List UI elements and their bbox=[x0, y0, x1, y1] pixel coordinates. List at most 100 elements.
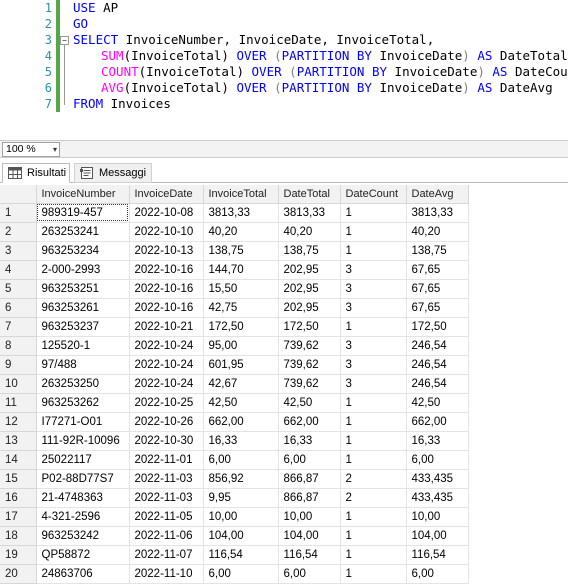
grid-cell[interactable]: 1 bbox=[340, 507, 407, 527]
grid-cell[interactable]: 1 bbox=[340, 545, 407, 565]
table-row[interactable]: 12 I77271-O01 2022-10-26 662,00 662,00 1 662,0… bbox=[0, 412, 469, 432]
grid-cell[interactable]: 856,92 bbox=[203, 469, 279, 489]
grid-cell[interactable]: 662,00 bbox=[203, 412, 279, 432]
table-row[interactable]: 7 963253237 2022-10-21 172,50 172,50 1 172,50 bbox=[0, 317, 469, 337]
grid-cell[interactable]: 42,67 bbox=[203, 374, 279, 394]
grid-cell[interactable]: 2022-11-06 bbox=[129, 526, 204, 546]
grid-cell[interactable]: 116,54 bbox=[278, 545, 341, 565]
grid-cell[interactable]: 2022-10-13 bbox=[129, 241, 204, 261]
grid-cell[interactable]: 111-92R-10096 bbox=[36, 431, 130, 451]
grid-cell[interactable]: 21-4748363 bbox=[36, 488, 130, 508]
grid-cell[interactable]: 3 bbox=[340, 374, 407, 394]
grid-cell[interactable]: 2022-10-21 bbox=[129, 317, 204, 337]
row-number[interactable]: 1 bbox=[0, 203, 37, 223]
grid-cell[interactable]: 1 bbox=[340, 393, 407, 413]
grid-cell[interactable]: 3 bbox=[340, 336, 407, 356]
grid-cell[interactable]: 67,65 bbox=[406, 298, 469, 318]
grid-cell[interactable]: 1 bbox=[340, 564, 407, 584]
grid-cell[interactable]: 172,50 bbox=[406, 317, 469, 337]
grid-cell[interactable]: 2022-11-03 bbox=[129, 488, 204, 508]
grid-cell[interactable]: 1 bbox=[340, 526, 407, 546]
grid-cell[interactable]: 42,50 bbox=[203, 393, 279, 413]
grid-cell[interactable]: 6,00 bbox=[203, 450, 279, 470]
table-row[interactable]: 9 97/488 2022-10-24 601,95 739,62 3 246,54 bbox=[0, 355, 469, 375]
table-row[interactable]: 20 24863706 2022-11-10 6,00 6,00 1 6,00 bbox=[0, 564, 469, 584]
grid-cell[interactable]: 16,33 bbox=[278, 431, 341, 451]
grid-cell[interactable]: 4-321-2596 bbox=[36, 507, 130, 527]
grid-cell[interactable]: 116,54 bbox=[406, 545, 469, 565]
table-row[interactable]: 2 263253241 2022-10-10 40,20 40,20 1 40,20 bbox=[0, 222, 469, 242]
grid-cell[interactable]: 15,50 bbox=[203, 279, 279, 299]
grid-cell[interactable]: 95,00 bbox=[203, 336, 279, 356]
grid-cell[interactable]: 40,20 bbox=[406, 222, 469, 242]
row-number[interactable]: 12 bbox=[0, 412, 37, 432]
row-number[interactable]: 16 bbox=[0, 488, 37, 508]
grid-cell[interactable]: 963253242 bbox=[36, 526, 130, 546]
grid-cell[interactable]: 2022-10-16 bbox=[129, 279, 204, 299]
grid-cell[interactable]: 2022-10-25 bbox=[129, 393, 204, 413]
table-row[interactable]: 5 963253251 2022-10-16 15,50 202,95 3 67,65 bbox=[0, 279, 469, 299]
grid-cell[interactable]: 2022-10-24 bbox=[129, 336, 204, 356]
column-header[interactable]: InvoiceDate bbox=[129, 185, 204, 204]
table-row[interactable]: 16 21-4748363 2022-11-03 9,95 866,87 2 433,435 bbox=[0, 488, 469, 508]
row-number[interactable]: 14 bbox=[0, 450, 37, 470]
grid-cell[interactable]: 2 bbox=[340, 469, 407, 489]
row-number[interactable]: 2 bbox=[0, 222, 37, 242]
row-number[interactable]: 20 bbox=[0, 564, 37, 584]
corner-cell[interactable] bbox=[0, 185, 37, 204]
grid-cell[interactable]: 989319-457 bbox=[36, 203, 130, 223]
table-row[interactable]: 18 963253242 2022-11-06 104,00 104,00 1 104,00 bbox=[0, 526, 469, 546]
table-row[interactable]: 3 963253234 2022-10-13 138,75 138,75 1 138,75 bbox=[0, 241, 469, 261]
table-row[interactable]: 6 963253261 2022-10-16 42,75 202,95 3 67,65 bbox=[0, 298, 469, 318]
grid-cell[interactable]: 601,95 bbox=[203, 355, 279, 375]
grid-cell[interactable]: 104,00 bbox=[406, 526, 469, 546]
row-number[interactable]: 3 bbox=[0, 241, 37, 261]
grid-cell[interactable]: 2022-10-24 bbox=[129, 355, 204, 375]
grid-cell[interactable]: 42,50 bbox=[406, 393, 469, 413]
row-number[interactable]: 18 bbox=[0, 526, 37, 546]
grid-cell[interactable]: 662,00 bbox=[278, 412, 341, 432]
grid-cell[interactable]: I77271-O01 bbox=[36, 412, 130, 432]
tab-results[interactable]: Risultati bbox=[2, 163, 70, 183]
grid-cell[interactable]: 739,62 bbox=[278, 336, 341, 356]
table-row[interactable]: 13 111-92R-10096 2022-10-30 16,33 16,33 1 16,3… bbox=[0, 431, 469, 451]
grid-cell[interactable]: 263253241 bbox=[36, 222, 130, 242]
grid-cell[interactable]: 1 bbox=[340, 412, 407, 432]
row-number[interactable]: 15 bbox=[0, 469, 37, 489]
grid-cell[interactable]: 1 bbox=[340, 431, 407, 451]
grid-cell[interactable]: 138,75 bbox=[203, 241, 279, 261]
grid-cell[interactable]: 2022-11-01 bbox=[129, 450, 204, 470]
row-number[interactable]: 5 bbox=[0, 279, 37, 299]
table-row[interactable]: 1 989319-457 2022-10-08 3813,33 3813,33 1 3813… bbox=[0, 203, 469, 223]
grid-cell[interactable]: 963253234 bbox=[36, 241, 130, 261]
grid-cell[interactable]: 24863706 bbox=[36, 564, 130, 584]
grid-cell[interactable]: 1 bbox=[340, 203, 407, 223]
grid-cell[interactable]: 2022-10-16 bbox=[129, 260, 204, 280]
grid-cell[interactable]: 2022-11-07 bbox=[129, 545, 204, 565]
row-number[interactable]: 10 bbox=[0, 374, 37, 394]
grid-cell[interactable]: 104,00 bbox=[278, 526, 341, 546]
grid-cell[interactable]: 10,00 bbox=[406, 507, 469, 527]
grid-cell[interactable]: 246,54 bbox=[406, 355, 469, 375]
tab-messages[interactable]: Messaggi bbox=[74, 163, 152, 183]
grid-cell[interactable]: 3813,33 bbox=[203, 203, 279, 223]
column-header[interactable]: DateTotal bbox=[278, 185, 341, 204]
grid-cell[interactable]: 125520-1 bbox=[36, 336, 130, 356]
grid-cell[interactable]: 2022-10-30 bbox=[129, 431, 204, 451]
grid-cell[interactable]: 3813,33 bbox=[406, 203, 469, 223]
grid-cell[interactable]: 6,00 bbox=[406, 450, 469, 470]
grid-cell[interactable]: 2 bbox=[340, 488, 407, 508]
grid-cell[interactable]: 433,435 bbox=[406, 488, 469, 508]
grid-cell[interactable]: 246,54 bbox=[406, 336, 469, 356]
sql-editor[interactable]: − 1 USE AP 2 GO 3 SELECT InvoiceNumber, … bbox=[0, 0, 568, 138]
grid-cell[interactable]: 2022-10-08 bbox=[129, 203, 204, 223]
row-number[interactable]: 8 bbox=[0, 336, 37, 356]
grid-cell[interactable]: 2022-10-26 bbox=[129, 412, 204, 432]
grid-cell[interactable]: 116,54 bbox=[203, 545, 279, 565]
grid-cell[interactable]: 202,95 bbox=[278, 298, 341, 318]
grid-cell[interactable]: 866,87 bbox=[278, 469, 341, 489]
grid-cell[interactable]: 2022-11-10 bbox=[129, 564, 204, 584]
grid-cell[interactable]: 246,54 bbox=[406, 374, 469, 394]
table-row[interactable]: 17 4-321-2596 2022-11-05 10,00 10,00 1 10,00 bbox=[0, 507, 469, 527]
grid-cell[interactable]: 866,87 bbox=[278, 488, 341, 508]
